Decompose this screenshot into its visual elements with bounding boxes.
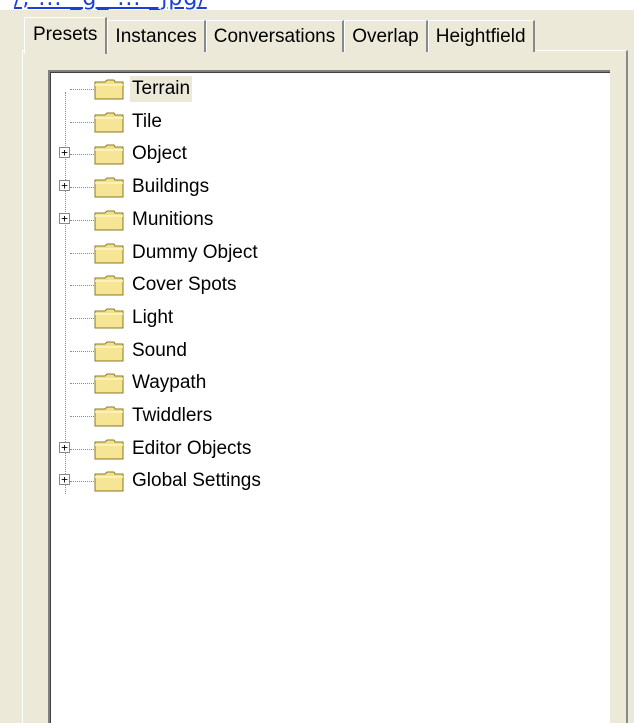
tree-item[interactable]: + Object bbox=[50, 138, 450, 170]
folder-icon bbox=[94, 243, 124, 263]
tree-connector-line bbox=[70, 154, 94, 156]
tab-label: Overlap bbox=[352, 25, 419, 47]
tree-item[interactable]: + Munitions bbox=[50, 204, 450, 236]
tree-connector-line bbox=[70, 350, 94, 352]
tab-overlap[interactable]: Overlap bbox=[344, 20, 428, 52]
tree-item-label[interactable]: Dummy Object bbox=[130, 240, 260, 266]
tab-label: Conversations bbox=[213, 25, 336, 47]
folder-icon bbox=[94, 210, 124, 231]
tree-item-label[interactable]: Editor Objects bbox=[130, 436, 253, 462]
tab-label: Instances bbox=[115, 25, 197, 47]
tree-item[interactable]: Sound bbox=[50, 335, 450, 367]
tree-item[interactable]: + Buildings bbox=[50, 171, 450, 203]
expand-plus-icon[interactable]: + bbox=[59, 147, 70, 159]
expand-plus-icon[interactable]: + bbox=[59, 180, 70, 192]
tree-connector-line bbox=[70, 252, 94, 254]
tree-item-label[interactable]: Buildings bbox=[130, 174, 211, 200]
tab-conversations[interactable]: Conversations bbox=[205, 20, 345, 52]
tab-presets[interactable]: Presets bbox=[24, 17, 108, 54]
tree-connector-line bbox=[70, 383, 94, 385]
presets-tree-view[interactable]: Terrain Tile + Object + Buildings + Munitions Du… bbox=[48, 70, 610, 723]
tree-connector-line bbox=[70, 481, 94, 483]
tree-item[interactable]: Light bbox=[50, 302, 450, 334]
tab-label: Presets bbox=[33, 23, 98, 45]
tree-item[interactable]: Dummy Object bbox=[50, 237, 450, 269]
expand-plus-icon[interactable]: + bbox=[59, 212, 70, 224]
tree-connector-line bbox=[70, 285, 94, 287]
tree-connector-line bbox=[70, 448, 94, 450]
tree-connector-line bbox=[70, 317, 94, 319]
tree-item-label[interactable]: Sound bbox=[130, 338, 189, 364]
folder-icon bbox=[94, 79, 124, 100]
tree-item-label[interactable]: Terrain bbox=[130, 76, 193, 102]
folder-icon bbox=[94, 144, 124, 165]
tree-item-label[interactable]: Light bbox=[130, 305, 175, 331]
tree-item[interactable]: + Global Settings bbox=[50, 465, 450, 497]
tree-item-label[interactable]: Twiddlers bbox=[130, 403, 214, 429]
tree-item-label[interactable]: Tile bbox=[130, 109, 164, 135]
folder-icon bbox=[94, 373, 124, 394]
tree-item[interactable]: Waypath bbox=[50, 367, 450, 399]
tab-instances[interactable]: Instances bbox=[107, 20, 206, 52]
tree-item[interactable]: + Editor Objects bbox=[50, 433, 450, 465]
tree-item[interactable]: Terrain bbox=[50, 73, 450, 105]
url-strip: /, ... _g_ ... _jpg/ bbox=[0, 0, 634, 10]
tree-connector-line bbox=[70, 187, 94, 189]
folder-icon bbox=[94, 471, 124, 492]
tree-item[interactable]: Tile bbox=[50, 106, 450, 138]
tree-connector-line bbox=[70, 219, 94, 221]
tree-connector-line bbox=[70, 121, 94, 123]
folder-icon bbox=[94, 177, 124, 198]
tree-item[interactable]: Twiddlers bbox=[50, 400, 450, 432]
tree-item[interactable]: Cover Spots bbox=[50, 269, 450, 301]
folder-icon bbox=[94, 341, 124, 362]
tree-connector-line bbox=[70, 416, 94, 417]
tab-label: Heightfield bbox=[435, 25, 526, 47]
folder-icon bbox=[94, 308, 124, 329]
expand-plus-icon[interactable]: + bbox=[59, 474, 70, 486]
expand-plus-icon[interactable]: + bbox=[59, 441, 70, 453]
folder-icon bbox=[94, 439, 124, 460]
folder-icon bbox=[94, 275, 124, 296]
url-fragment[interactable]: /, ... _g_ ... _jpg/ bbox=[14, 0, 207, 10]
presets-window: /, ... _g_ ... _jpg/ Presets Instances C… bbox=[0, 0, 634, 723]
tree-item-label[interactable]: Munitions bbox=[130, 207, 215, 233]
tree-item-label[interactable]: Cover Spots bbox=[130, 272, 239, 298]
tab-heightfield[interactable]: Heightfield bbox=[427, 20, 535, 52]
folder-icon bbox=[94, 112, 124, 133]
folder-icon bbox=[94, 406, 124, 427]
tree-connector-line bbox=[70, 89, 94, 90]
tree-item-label[interactable]: Waypath bbox=[130, 370, 208, 396]
tab-strip: Presets Instances Conversations Overlap … bbox=[24, 16, 535, 54]
tree-item-label[interactable]: Object bbox=[130, 141, 189, 167]
tree-item-label[interactable]: Global Settings bbox=[130, 468, 263, 494]
